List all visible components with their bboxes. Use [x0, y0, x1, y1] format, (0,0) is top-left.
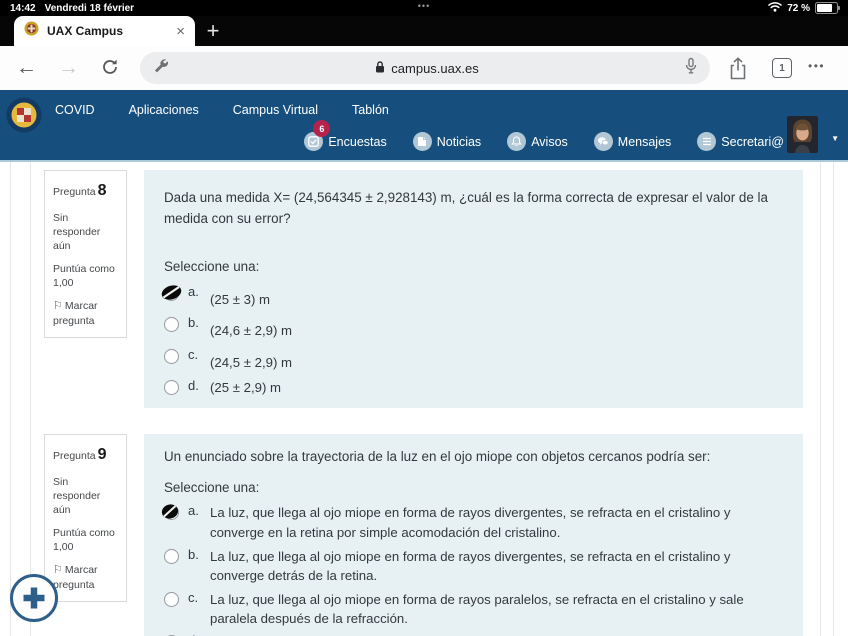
question-status: Sin responder aún	[53, 475, 101, 516]
select-one-prompt: Seleccione una:	[164, 480, 260, 496]
back-button[interactable]: ←	[16, 54, 37, 82]
forward-button[interactable]: →	[58, 54, 79, 82]
campus-navbar: COVID Aplicaciones Campus Virtual Tablón…	[0, 90, 848, 160]
menu-item-covid[interactable]: COVID	[55, 103, 95, 117]
multitask-dots-icon: •••	[417, 1, 431, 11]
reload-button[interactable]	[100, 57, 120, 82]
radio-button[interactable]	[161, 504, 179, 521]
menu-item-campus-virtual[interactable]: Campus Virtual	[233, 103, 318, 117]
answer-option-d[interactable]: d. (25 ± 2,9) m	[164, 378, 783, 398]
tab-switcher-button[interactable]: 1	[772, 58, 792, 78]
answer-option-b[interactable]: b. (24,6 ± 2,9) m	[164, 315, 783, 338]
browser-tab[interactable]: UAX Campus ×	[14, 16, 195, 46]
battery-percent: 72 %	[787, 2, 810, 14]
flag-question-link[interactable]: ⚐ Marcar pregunta	[53, 563, 118, 592]
answer-option-c[interactable]: c. La luz, que llega al ojo miope en for…	[164, 590, 783, 629]
news-icon	[412, 132, 432, 151]
answer-option-a[interactable]: a. (25 ± 3) m	[161, 284, 783, 307]
flag-icon: ⚐	[53, 300, 63, 313]
quick-link-noticias[interactable]: Noticias	[412, 132, 481, 151]
url-text: campus.uax.es	[391, 60, 479, 76]
radio-button[interactable]	[164, 380, 179, 396]
clock: 14:42	[10, 2, 36, 14]
plus-icon	[23, 587, 45, 609]
status-bar: 14:42 Vendredi 18 février ••• 72 %	[0, 0, 848, 16]
tab-close-icon[interactable]: ×	[176, 24, 185, 39]
answer-option-a[interactable]: a. La luz, que llega al ojo miope en for…	[161, 503, 783, 542]
pen-ink-mark	[159, 502, 181, 526]
question-9-info-panel: Pregunta 9 Sin responder aún Puntúa como …	[44, 434, 127, 603]
radio-button[interactable]	[164, 348, 179, 364]
question-number: Pregunta 9	[53, 446, 107, 463]
url-bar[interactable]: campus.uax.es	[140, 52, 710, 84]
list-icon	[697, 132, 717, 151]
tab-strip: UAX Campus × +	[0, 16, 848, 46]
question-8-info-panel: Pregunta 8 Sin responder aún Puntúa como …	[44, 170, 127, 339]
content-left-border	[30, 162, 31, 636]
quick-link-mensajes[interactable]: Mensajes	[593, 132, 671, 151]
quick-links: 6 Encuestas Noticias Avisos Mensajes Sec…	[304, 120, 784, 151]
question-grade: Puntúa como 1,00	[53, 527, 115, 554]
question-status: Sin responder aún	[53, 211, 101, 252]
question-number: Pregunta 8	[53, 182, 107, 199]
menu-item-aplicaciones[interactable]: Aplicaciones	[129, 103, 199, 117]
wifi-icon	[768, 1, 782, 15]
tab-title: UAX Campus	[47, 24, 124, 38]
quick-link-avisos[interactable]: Avisos	[507, 132, 568, 151]
annotation-plus-button[interactable]	[10, 574, 58, 622]
scrollbar-track[interactable]	[833, 162, 834, 636]
browser-toolbar: ← → campus.uax.es 1 •••	[0, 46, 848, 90]
question-text: Un enunciado sobre la trayectoria de la …	[164, 449, 711, 464]
answer-option-d[interactable]: d. La luz, que llega al ojo miope en for…	[164, 633, 783, 636]
question-9-card: Un enunciado sobre la trayectoria de la …	[144, 434, 803, 636]
share-icon[interactable]	[727, 57, 749, 86]
battery-icon	[815, 2, 840, 14]
chevron-down-icon[interactable]: ▼	[831, 134, 839, 143]
radio-button[interactable]	[164, 591, 179, 607]
flag-question-link[interactable]: ⚐ Marcar pregunta	[53, 299, 118, 328]
new-tab-button[interactable]: +	[197, 16, 229, 46]
browser-menu-button[interactable]: •••	[808, 59, 825, 73]
quick-link-secretaria[interactable]: Secretari@	[697, 132, 784, 151]
question-8-card: Dada una medida X= (24,564345 ± 2,928143…	[144, 170, 803, 408]
lock-icon	[374, 60, 386, 77]
page-edge-line	[10, 162, 11, 636]
main-menu: COVID Aplicaciones Campus Virtual Tablón	[55, 103, 389, 117]
quiz-page: Pregunta 8 Sin responder aún Puntúa como …	[0, 160, 848, 636]
uax-logo[interactable]	[5, 93, 43, 142]
pen-ink-mark	[159, 283, 184, 307]
content-right-border	[820, 162, 821, 636]
quick-link-encuestas[interactable]: 6 Encuestas	[304, 120, 387, 151]
answer-option-b[interactable]: b. La luz, que llega al ojo miope en for…	[164, 547, 783, 586]
question-grade: Puntúa como 1,00	[53, 263, 115, 290]
menu-item-tablon[interactable]: Tablón	[352, 103, 389, 117]
bell-icon	[507, 132, 527, 151]
microphone-icon[interactable]	[684, 57, 698, 80]
status-date: Vendredi 18 février	[44, 2, 135, 14]
user-avatar[interactable]	[787, 116, 818, 153]
answer-option-c[interactable]: c. (24,5 ± 2,9) m	[164, 347, 783, 370]
wrench-icon[interactable]	[152, 57, 169, 79]
radio-button[interactable]	[161, 285, 182, 301]
tab-favicon	[24, 21, 39, 41]
question-text: Dada una medida X= (24,564345 ± 2,928143…	[164, 190, 768, 227]
flag-icon: ⚐	[53, 564, 63, 577]
chat-icon	[593, 132, 613, 151]
select-one-prompt: Seleccione una:	[164, 258, 260, 274]
radio-button[interactable]	[164, 548, 179, 564]
radio-button[interactable]	[164, 317, 179, 333]
